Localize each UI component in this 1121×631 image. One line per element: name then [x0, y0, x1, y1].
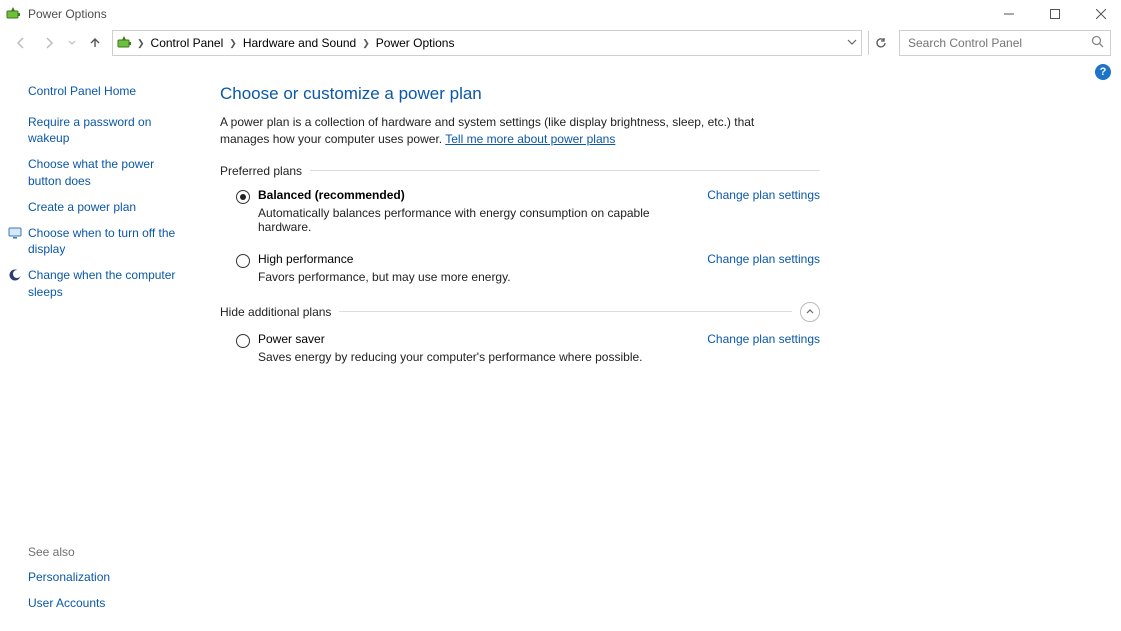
change-plan-settings-link[interactable]: Change plan settings	[707, 332, 820, 346]
sidebar-link-computer-sleeps[interactable]: Change when the computer sleeps	[28, 267, 190, 299]
page-description: A power plan is a collection of hardware…	[220, 114, 800, 148]
change-plan-settings-link[interactable]: Change plan settings	[707, 188, 820, 202]
divider	[339, 311, 792, 312]
moon-icon	[8, 268, 22, 282]
power-battery-icon	[117, 35, 133, 51]
plan-radio-power-saver[interactable]	[236, 334, 250, 348]
plan-description: Favors performance, but may use more ene…	[258, 270, 695, 284]
additional-plans-header: Hide additional plans	[220, 302, 820, 322]
sidebar-link-password-wakeup[interactable]: Require a password on wakeup	[28, 114, 190, 146]
chevron-right-icon[interactable]: ❯	[362, 38, 370, 49]
control-panel-home-link[interactable]: Control Panel Home	[28, 84, 190, 98]
tell-me-more-link[interactable]: Tell me more about power plans	[445, 132, 615, 146]
power-plan-row: High performance Favors performance, but…	[220, 252, 820, 284]
address-bar[interactable]: ❯ Control Panel ❯ Hardware and Sound ❯ P…	[112, 30, 862, 56]
help-icon[interactable]: ?	[1095, 64, 1111, 80]
monitor-icon	[8, 226, 22, 240]
plan-description: Automatically balances performance with …	[258, 206, 695, 234]
see-also-heading: See also	[28, 545, 190, 559]
back-button[interactable]	[10, 32, 32, 54]
forward-button[interactable]	[38, 32, 60, 54]
chevron-right-icon[interactable]: ❯	[229, 38, 237, 49]
see-also-user-accounts[interactable]: User Accounts	[28, 595, 190, 611]
collapse-toggle-button[interactable]	[800, 302, 820, 322]
sidebar-link-label: Change when the computer sleeps	[28, 268, 175, 298]
page-heading: Choose or customize a power plan	[220, 84, 820, 104]
plan-description: Saves energy by reducing your computer's…	[258, 350, 695, 364]
sidebar-link-label: Choose what the power button does	[28, 157, 154, 187]
title-bar: Power Options	[0, 0, 1121, 28]
plan-name[interactable]: High performance	[258, 252, 695, 266]
power-plan-row: Power saver Saves energy by reducing you…	[220, 332, 820, 364]
preferred-plans-header: Preferred plans	[220, 164, 820, 178]
breadcrumb-item[interactable]: Power Options	[374, 34, 457, 52]
close-button[interactable]	[1089, 4, 1113, 24]
sidebar-link-create-plan[interactable]: Create a power plan	[28, 199, 190, 215]
plan-radio-balanced[interactable]	[236, 190, 250, 204]
sidebar-link-label: Create a power plan	[28, 200, 136, 214]
refresh-button[interactable]	[868, 31, 893, 55]
plan-name[interactable]: Power saver	[258, 332, 695, 346]
breadcrumb-item[interactable]: Control Panel	[149, 34, 226, 52]
navigation-bar: ❯ Control Panel ❯ Hardware and Sound ❯ P…	[0, 28, 1121, 58]
see-also-label: Personalization	[28, 570, 110, 584]
see-also-personalization[interactable]: Personalization	[28, 569, 190, 585]
sidebar-link-label: Require a password on wakeup	[28, 115, 151, 145]
power-plan-row: Balanced (recommended) Automatically bal…	[220, 188, 820, 234]
breadcrumb-item[interactable]: Hardware and Sound	[241, 34, 358, 52]
sidebar-link-turn-off-display[interactable]: Choose when to turn off the display	[28, 225, 190, 257]
minimize-button[interactable]	[997, 4, 1021, 24]
search-box[interactable]	[899, 30, 1111, 56]
maximize-button[interactable]	[1043, 4, 1067, 24]
search-icon[interactable]	[1091, 35, 1104, 51]
sidebar: Control Panel Home Require a password on…	[0, 80, 200, 631]
divider	[310, 170, 820, 171]
sidebar-link-power-button[interactable]: Choose what the power button does	[28, 156, 190, 188]
power-battery-icon	[6, 6, 22, 22]
window-title: Power Options	[28, 7, 107, 21]
search-input[interactable]	[906, 35, 1085, 51]
plan-name[interactable]: Balanced (recommended)	[258, 188, 695, 202]
chevron-right-icon[interactable]: ❯	[137, 38, 145, 49]
up-button[interactable]	[84, 32, 106, 54]
see-also-label: User Accounts	[28, 596, 105, 610]
address-dropdown-icon[interactable]	[847, 36, 857, 50]
change-plan-settings-link[interactable]: Change plan settings	[707, 252, 820, 266]
plan-radio-high-performance[interactable]	[236, 254, 250, 268]
sidebar-link-label: Choose when to turn off the display	[28, 226, 175, 256]
recent-dropdown-icon[interactable]	[66, 32, 78, 54]
main-content: Choose or customize a power plan A power…	[200, 80, 820, 631]
